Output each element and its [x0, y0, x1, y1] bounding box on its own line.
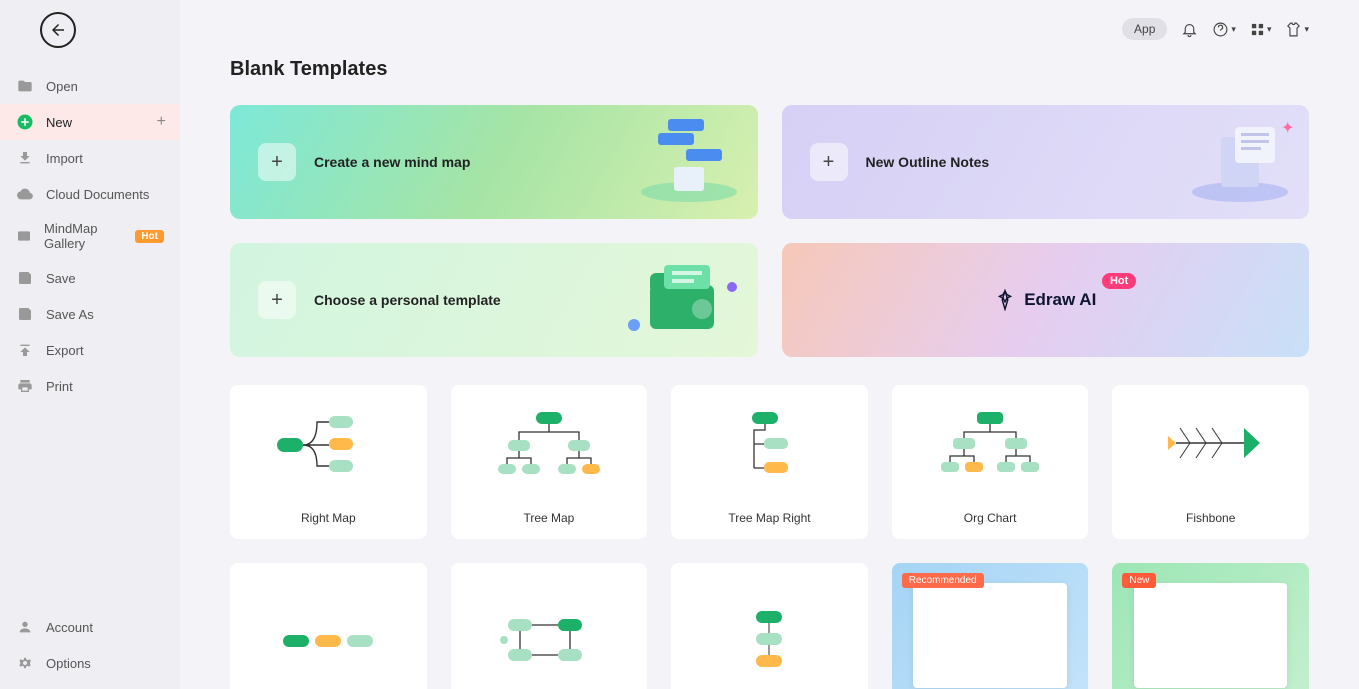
plus-icon: + — [258, 281, 296, 319]
outline-illustration: ✦ — [1185, 117, 1295, 207]
new-badge: New — [1122, 573, 1156, 588]
template-vertical[interactable] — [671, 563, 868, 689]
sidebar-item-label: MindMap Gallery — [44, 221, 131, 251]
cloud-icon — [16, 185, 34, 203]
template-label: Right Map — [301, 501, 356, 539]
template-org-chart[interactable]: Org Chart — [892, 385, 1089, 539]
sidebar-item-label: Export — [46, 343, 84, 358]
template-label: Org Chart — [964, 501, 1017, 539]
template-thumb — [230, 385, 427, 501]
template-thumb — [913, 583, 1066, 688]
template-thumb — [451, 385, 648, 501]
hot-badge: Hot — [135, 230, 164, 243]
svg-text:✦: ✦ — [1281, 120, 1294, 137]
help-icon[interactable]: ▾ — [1212, 21, 1236, 38]
template-label: Tree Map — [523, 501, 574, 539]
template-thumb — [671, 563, 868, 689]
sidebar-item-label: Save — [46, 271, 76, 286]
template-thumb — [1134, 583, 1287, 688]
gear-icon — [16, 654, 34, 672]
template-label: Tree Map Right — [728, 501, 810, 539]
account-icon — [16, 618, 34, 636]
card-label: Edraw AI Hot — [994, 289, 1096, 311]
bell-icon[interactable] — [1181, 21, 1198, 38]
card-label: Create a new mind map — [314, 154, 470, 170]
template-thumb — [230, 563, 427, 689]
app-button[interactable]: App — [1122, 18, 1167, 40]
card-label: New Outline Notes — [866, 154, 990, 170]
recommended-badge: Recommended — [902, 573, 984, 588]
template-right-map[interactable]: Right Map — [230, 385, 427, 539]
plus-icon: + — [258, 143, 296, 181]
folder-icon — [16, 77, 34, 95]
sidebar-item-export[interactable]: Export — [0, 332, 180, 368]
save-icon — [16, 269, 34, 287]
back-button[interactable] — [40, 12, 76, 48]
sidebar-item-cloud[interactable]: Cloud Documents — [0, 176, 180, 212]
sidebar-item-options[interactable]: Options — [0, 645, 180, 681]
card-label: Choose a personal template — [314, 292, 501, 308]
sidebar-item-label: Cloud Documents — [46, 187, 149, 202]
sidebar-item-account[interactable]: Account — [0, 609, 180, 645]
shirt-icon[interactable]: ▾ — [1285, 21, 1309, 38]
mindmap-illustration — [634, 117, 744, 207]
plus-icon: + — [810, 143, 848, 181]
templates-grid: Right Map Tree Map Tree Map Right Org Ch… — [230, 385, 1309, 689]
template-timeline[interactable] — [230, 563, 427, 689]
import-icon — [16, 149, 34, 167]
action-cards: + Create a new mind map + New Outline No… — [230, 105, 1309, 357]
card-personal-template[interactable]: + Choose a personal template — [230, 243, 758, 357]
sidebar-item-label: New — [46, 115, 72, 130]
sidebar-item-import[interactable]: Import — [0, 140, 180, 176]
hot-badge: Hot — [1102, 273, 1136, 289]
ai-icon — [994, 289, 1016, 311]
template-thumb — [451, 563, 648, 689]
sidebar-item-save-as[interactable]: Save As — [0, 296, 180, 332]
card-edraw-ai[interactable]: Edraw AI Hot — [782, 243, 1310, 357]
sidebar-item-label: Print — [46, 379, 73, 394]
page-title: Blank Templates — [230, 58, 1309, 81]
template-thumb — [1112, 385, 1309, 501]
sidebar-item-label: Options — [46, 656, 91, 671]
export-icon — [16, 341, 34, 359]
template-thumb — [892, 385, 1089, 501]
sidebar-item-label: Import — [46, 151, 83, 166]
template-new[interactable]: New — [1112, 563, 1309, 689]
template-label: Fishbone — [1186, 501, 1235, 539]
plus-icon: + — [157, 113, 166, 131]
sidebar: Open New + Import Cloud Documents MindMa… — [0, 0, 180, 689]
gallery-icon — [16, 227, 32, 245]
sidebar-item-print[interactable]: Print — [0, 368, 180, 404]
save-as-icon — [16, 305, 34, 323]
template-tree-map-right[interactable]: Tree Map Right — [671, 385, 868, 539]
plus-circle-icon — [16, 113, 34, 131]
main-content: App ▾ ▾ ▾ Blank Templates + Create a new… — [180, 0, 1359, 689]
sidebar-item-label: Account — [46, 620, 93, 635]
sidebar-item-save[interactable]: Save — [0, 260, 180, 296]
sidebar-item-label: Save As — [46, 307, 94, 322]
sidebar-item-new[interactable]: New + — [0, 104, 180, 140]
folder-illustration — [624, 255, 744, 345]
sidebar-item-label: Open — [46, 79, 78, 94]
template-tree-map[interactable]: Tree Map — [451, 385, 648, 539]
apps-icon[interactable]: ▾ — [1250, 22, 1272, 37]
template-flow[interactable] — [451, 563, 648, 689]
print-icon — [16, 377, 34, 395]
card-new-mindmap[interactable]: + Create a new mind map — [230, 105, 758, 219]
topbar: App ▾ ▾ ▾ — [230, 0, 1309, 58]
template-fishbone[interactable]: Fishbone — [1112, 385, 1309, 539]
template-thumb — [671, 385, 868, 501]
arrow-left-icon — [49, 21, 67, 39]
sidebar-item-gallery[interactable]: MindMap Gallery Hot — [0, 212, 180, 260]
sidebar-item-open[interactable]: Open — [0, 68, 180, 104]
template-recommended[interactable]: Recommended — [892, 563, 1089, 689]
card-outline-notes[interactable]: + New Outline Notes ✦ — [782, 105, 1310, 219]
